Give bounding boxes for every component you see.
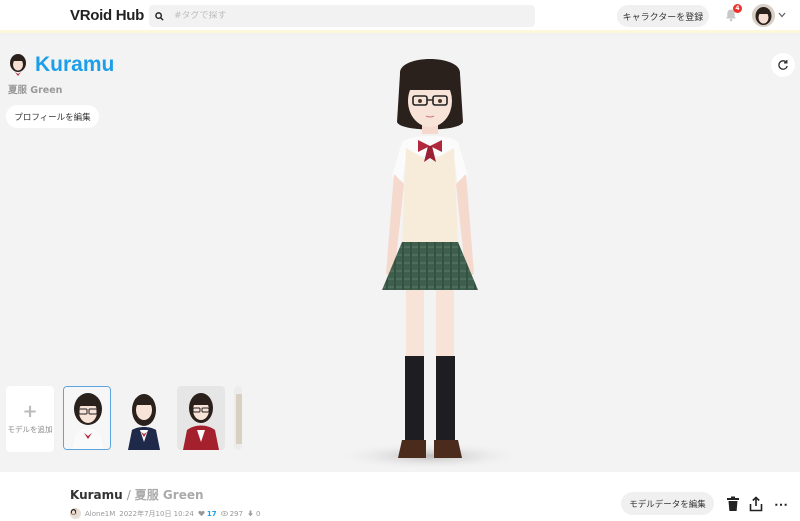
model-variant-name: 夏服 Green bbox=[8, 85, 63, 96]
character-header: Kuramu bbox=[8, 53, 114, 77]
character-icon bbox=[8, 53, 28, 77]
chevron-down-icon[interactable] bbox=[778, 12, 786, 18]
model-title: Kuramu / 夏服 Green bbox=[70, 486, 204, 503]
search-bar[interactable] bbox=[149, 5, 535, 27]
delete-button[interactable] bbox=[726, 496, 740, 512]
author-name[interactable]: Alone1M bbox=[85, 510, 115, 518]
edit-model-data-button[interactable]: モデルデータを編集 bbox=[621, 492, 714, 515]
notification-badge: 4 bbox=[733, 4, 742, 13]
eye-icon bbox=[220, 511, 228, 516]
more-options-button[interactable]: ⋯ bbox=[772, 496, 790, 512]
download-icon bbox=[248, 510, 253, 517]
refresh-icon bbox=[778, 60, 788, 70]
model-viewer[interactable]: Kuramu 夏服 Green プロフィールを編集 + モデルを追加 bbox=[0, 36, 800, 472]
character-name-link[interactable]: Kuramu bbox=[70, 488, 123, 502]
add-model-button[interactable]: + モデルを追加 bbox=[6, 386, 54, 452]
top-bar: VRoid Hub キャラクターを登録 4 bbox=[0, 0, 800, 33]
plus-icon: + bbox=[22, 401, 38, 422]
model-info-bar: Kuramu / 夏服 Green Alone1M 2022年7月10日 10:24… bbox=[0, 472, 800, 521]
search-input[interactable] bbox=[174, 11, 514, 21]
search-icon bbox=[155, 11, 164, 21]
vroid-hub-logo[interactable]: VRoid Hub bbox=[70, 7, 144, 24]
model-meta: Alone1M 2022年7月10日 10:24 17 297 0 bbox=[70, 508, 264, 519]
author-avatar[interactable] bbox=[70, 508, 81, 519]
like-count: 17 bbox=[206, 509, 217, 518]
published-date: 2022年7月10日 10:24 bbox=[119, 509, 194, 518]
edit-profile-button[interactable]: プロフィールを編集 bbox=[6, 105, 99, 128]
model-thumbnail[interactable] bbox=[177, 386, 225, 450]
add-model-label: モデルを追加 bbox=[7, 425, 53, 434]
model-thumbnail[interactable] bbox=[234, 386, 242, 450]
trash-icon bbox=[727, 496, 739, 511]
avatar-image bbox=[752, 4, 775, 27]
register-character-button[interactable]: キャラクターを登録 bbox=[617, 5, 709, 27]
reset-view-button[interactable] bbox=[771, 53, 795, 77]
share-button[interactable] bbox=[749, 496, 763, 512]
user-avatar[interactable] bbox=[752, 4, 775, 27]
model-thumbnail[interactable] bbox=[63, 386, 111, 450]
character-name[interactable]: Kuramu bbox=[35, 53, 114, 77]
view-count: 297 bbox=[229, 509, 243, 518]
model-variant: 夏服 Green bbox=[134, 488, 204, 502]
model-thumbnail[interactable] bbox=[120, 386, 168, 450]
share-icon bbox=[749, 496, 763, 512]
heart-icon[interactable] bbox=[198, 510, 205, 517]
character-3d-model[interactable] bbox=[330, 46, 530, 472]
title-separator: / bbox=[126, 488, 131, 502]
download-count: 0 bbox=[255, 509, 261, 518]
